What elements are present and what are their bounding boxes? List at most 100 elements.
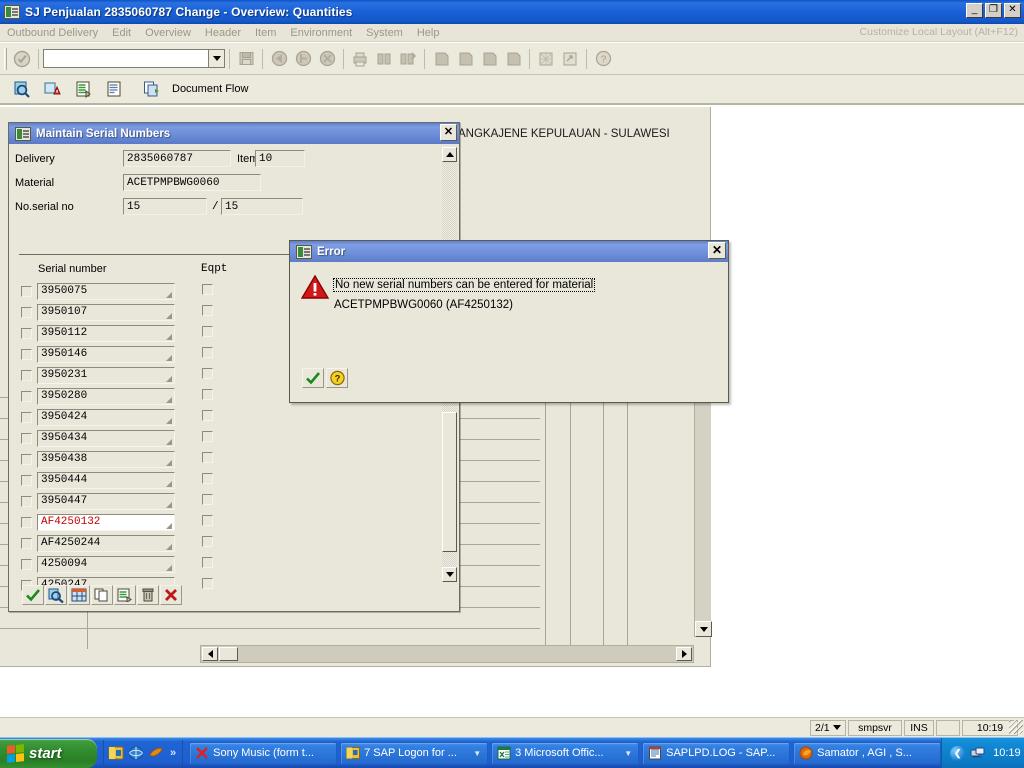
eqpt-checkbox[interactable] <box>202 473 213 484</box>
eqpt-checkbox[interactable] <box>202 431 213 442</box>
display-document-icon[interactable] <box>10 78 34 100</box>
item-field[interactable]: 10 <box>255 150 305 167</box>
eqpt-checkbox[interactable] <box>202 557 213 568</box>
sap-logon-icon[interactable] <box>108 745 124 761</box>
show-hidden-icons-button[interactable]: ❮ <box>950 745 966 761</box>
back-icon[interactable] <box>267 48 291 70</box>
row-select-checkbox[interactable] <box>21 327 32 339</box>
enter-icon[interactable] <box>10 48 34 70</box>
quick-launch-more-icon[interactable]: » <box>170 747 176 759</box>
eqpt-checkbox[interactable] <box>202 410 213 421</box>
eqpt-checkbox[interactable] <box>202 452 213 463</box>
confirm-icon[interactable] <box>22 585 44 605</box>
row-select-checkbox[interactable] <box>21 348 32 360</box>
serial-number-input[interactable]: 3950447 <box>37 492 175 510</box>
minimize-button[interactable]: _ <box>966 3 983 18</box>
eqpt-checkbox[interactable] <box>202 494 213 505</box>
search-serial-icon[interactable] <box>45 585 67 605</box>
incompletion-log-icon[interactable] <box>41 78 65 100</box>
exit-icon[interactable] <box>291 48 315 70</box>
row-select-checkbox[interactable] <box>21 453 32 465</box>
find-icon[interactable] <box>372 48 396 70</box>
menu-help[interactable]: Help <box>410 26 447 40</box>
row-select-checkbox[interactable] <box>21 516 32 528</box>
list-icon[interactable] <box>103 78 127 100</box>
serial-number-input[interactable]: 3950231 <box>37 366 175 384</box>
serial-scroll-up-button[interactable] <box>442 147 457 162</box>
row-select-checkbox[interactable] <box>21 474 32 486</box>
serial-dialog-close-button[interactable]: ✕ <box>440 124 457 141</box>
eqpt-checkbox[interactable] <box>202 326 213 337</box>
row-select-checkbox[interactable] <box>21 495 32 507</box>
next-page-icon[interactable] <box>477 48 501 70</box>
print-icon[interactable] <box>348 48 372 70</box>
eqpt-checkbox[interactable] <box>202 305 213 316</box>
error-confirm-button[interactable] <box>302 368 324 388</box>
taskbar-item-samator-agi[interactable]: Samator , AGI , S... <box>793 741 942 765</box>
serial-number-input[interactable]: 3950075 <box>37 282 175 300</box>
taskbar-item-sap-logon[interactable]: 7 SAP Logon for ... ▼ <box>340 741 489 765</box>
menu-item[interactable]: Item <box>248 26 283 40</box>
document-flow-icon[interactable] <box>140 78 164 100</box>
row-select-checkbox[interactable] <box>21 432 32 444</box>
menu-outbound-delivery[interactable]: Outbound Delivery <box>0 26 105 40</box>
resize-grip[interactable] <box>1009 720 1023 734</box>
media-player-icon[interactable] <box>148 745 164 761</box>
eqpt-checkbox[interactable] <box>202 368 213 379</box>
eqpt-checkbox[interactable] <box>202 389 213 400</box>
serial-number-input[interactable]: 4250094 <box>37 555 175 573</box>
menu-environment[interactable]: Environment <box>283 26 359 40</box>
items-table-vscrollbar[interactable] <box>694 389 712 637</box>
scroll-down-button[interactable] <box>695 621 712 637</box>
material-field[interactable]: ACETPMPBWG0060 <box>123 174 261 191</box>
error-help-button[interactable]: ? <box>326 368 348 388</box>
serial-number-input[interactable]: AF4250244 <box>37 534 175 552</box>
serial-number-input[interactable]: 3950424 <box>37 408 175 426</box>
scroll-left-button[interactable] <box>202 647 218 661</box>
row-select-checkbox[interactable] <box>21 411 32 423</box>
scroll-right-button[interactable] <box>676 647 692 661</box>
taskbar-item-sony-music[interactable]: Sony Music (form t... <box>189 741 338 765</box>
delete-all-icon[interactable] <box>160 585 182 605</box>
serial-number-input-error[interactable]: AF4250132 <box>37 513 175 531</box>
restore-button[interactable]: ❐ <box>985 3 1002 18</box>
row-select-checkbox[interactable] <box>21 369 32 381</box>
eqpt-checkbox[interactable] <box>202 515 213 526</box>
eqpt-checkbox[interactable] <box>202 536 213 547</box>
save-icon[interactable] <box>234 48 258 70</box>
hscroll-thumb[interactable] <box>219 647 238 661</box>
delivery-field[interactable]: 2835060787 <box>123 150 231 167</box>
row-select-checkbox[interactable] <box>21 558 32 570</box>
row-select-checkbox[interactable] <box>21 537 32 549</box>
document-flow-label[interactable]: Document Flow <box>172 83 248 95</box>
serial-number-input[interactable]: 3950438 <box>37 450 175 468</box>
tray-clock[interactable]: 10:19 <box>993 747 1021 759</box>
table-view-icon[interactable] <box>68 585 90 605</box>
menu-header[interactable]: Header <box>198 26 248 40</box>
serial-total-field[interactable]: 15 <box>221 198 303 215</box>
status-session-dropdown-icon[interactable] <box>833 725 841 730</box>
error-dialog-close-button[interactable]: ✕ <box>708 242 726 259</box>
detail-list-icon[interactable] <box>114 585 136 605</box>
serial-scroll-down-button[interactable] <box>442 567 457 582</box>
menu-system[interactable]: System <box>359 26 410 40</box>
serial-number-input[interactable]: 3950444 <box>37 471 175 489</box>
close-button[interactable]: ✕ <box>1004 3 1021 18</box>
chevron-down-icon[interactable]: ▼ <box>618 749 632 758</box>
previous-page-icon[interactable] <box>453 48 477 70</box>
row-select-checkbox[interactable] <box>21 390 32 402</box>
help-icon[interactable]: ? <box>591 48 615 70</box>
delete-icon[interactable] <box>137 585 159 605</box>
serial-number-input[interactable]: 3950112 <box>37 324 175 342</box>
serial-number-input[interactable]: 3950107 <box>37 303 175 321</box>
start-button[interactable]: start <box>0 738 97 768</box>
command-field[interactable] <box>43 49 208 68</box>
cancel-icon[interactable] <box>315 48 339 70</box>
create-shortcut-icon[interactable] <box>558 48 582 70</box>
taskbar-item-saplpd-log[interactable]: SAPLPD.LOG - SAP... <box>642 741 791 765</box>
last-page-icon[interactable] <box>501 48 525 70</box>
row-select-checkbox[interactable] <box>21 285 32 297</box>
eqpt-checkbox[interactable] <box>202 284 213 295</box>
menu-edit[interactable]: Edit <box>105 26 138 40</box>
menu-overview[interactable]: Overview <box>138 26 198 40</box>
